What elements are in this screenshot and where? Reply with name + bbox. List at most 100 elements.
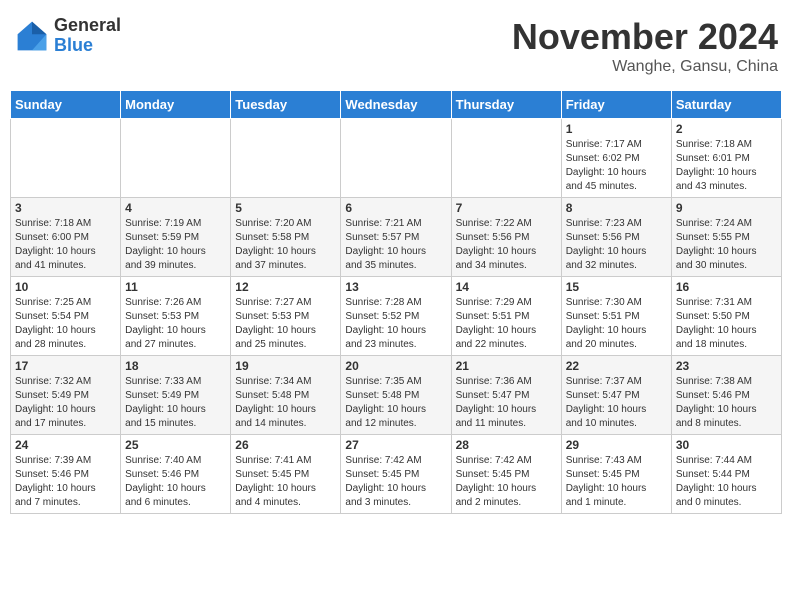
day-number: 26: [235, 438, 336, 452]
calendar-cell: 18Sunrise: 7:33 AM Sunset: 5:49 PM Dayli…: [121, 356, 231, 435]
logo-general-text: General: [54, 16, 121, 36]
day-info: Sunrise: 7:29 AM Sunset: 5:51 PM Dayligh…: [456, 296, 557, 352]
day-number: 22: [566, 359, 667, 373]
day-info: Sunrise: 7:35 AM Sunset: 5:48 PM Dayligh…: [345, 375, 446, 431]
calendar-cell: 30 Sunrise: 7:44 AM Sunset: 5:44 PM Dayli…: [671, 435, 781, 514]
day-info: Sunrise: 7:25 AM Sunset: 5:54 PM Dayligh…: [15, 296, 116, 352]
day-info: Sunrise: 7:22 AM Sunset: 5:56 PM Dayligh…: [456, 217, 557, 273]
day-number: 8: [566, 201, 667, 215]
day-number: 20: [345, 359, 446, 373]
calendar-cell: 13 Sunrise: 7:28 AM Sunset: 5:52 PM Dayli…: [341, 277, 451, 356]
calendar-header-monday: Monday: [121, 91, 231, 119]
calendar-cell: 1 Sunrise: 7:17 AM Sunset: 6:02 PM Daylig…: [561, 119, 671, 198]
day-info: Sunrise: 7:37 AM Sunset: 5:47 PM Dayligh…: [566, 375, 667, 431]
day-number: 14: [456, 280, 557, 294]
calendar-cell: [231, 119, 341, 198]
day-number: 12: [235, 280, 336, 294]
day-number: 23: [676, 359, 777, 373]
day-info: Sunrise: 7:20 AM Sunset: 5:58 PM Dayligh…: [235, 217, 336, 273]
calendar-cell: 7 Sunrise: 7:22 AM Sunset: 5:56 PM Daylig…: [451, 198, 561, 277]
calendar-cell: 23 Sunrise: 7:38 AM Sunset: 5:46 PM Dayli…: [671, 356, 781, 435]
calendar-header-sunday: Sunday: [11, 91, 121, 119]
logo-text: General Blue: [54, 16, 121, 56]
day-number: 1: [566, 122, 667, 136]
day-number: 2: [676, 122, 777, 136]
day-number: 7: [456, 201, 557, 215]
calendar-header-thursday: Thursday: [451, 91, 561, 119]
day-number: 10: [15, 280, 116, 294]
day-info: Sunrise: 7:24 AM Sunset: 5:55 PM Dayligh…: [676, 217, 777, 273]
day-info: Sunrise: 7:44 AM Sunset: 5:44 PM Dayligh…: [676, 454, 777, 510]
day-info: Sunrise: 7:18 AM Sunset: 6:01 PM Dayligh…: [676, 138, 777, 194]
day-info: Sunrise: 7:26 AM Sunset: 5:53 PM Dayligh…: [125, 296, 226, 352]
day-number: 13: [345, 280, 446, 294]
day-number: 16: [676, 280, 777, 294]
day-info: Sunrise: 7:31 AM Sunset: 5:50 PM Dayligh…: [676, 296, 777, 352]
calendar-cell: [121, 119, 231, 198]
day-number: 24: [15, 438, 116, 452]
day-info: Sunrise: 7:28 AM Sunset: 5:52 PM Dayligh…: [345, 296, 446, 352]
logo-icon: [14, 18, 50, 54]
day-info: Sunrise: 7:30 AM Sunset: 5:51 PM Dayligh…: [566, 296, 667, 352]
calendar-cell: 8 Sunrise: 7:23 AM Sunset: 5:56 PM Daylig…: [561, 198, 671, 277]
calendar-cell: 14 Sunrise: 7:29 AM Sunset: 5:51 PM Dayli…: [451, 277, 561, 356]
month-title: November 2024: [512, 16, 778, 58]
calendar-cell: 15 Sunrise: 7:30 AM Sunset: 5:51 PM Dayli…: [561, 277, 671, 356]
calendar-cell: [341, 119, 451, 198]
calendar-cell: 2 Sunrise: 7:18 AM Sunset: 6:01 PM Daylig…: [671, 119, 781, 198]
day-info: Sunrise: 7:17 AM Sunset: 6:02 PM Dayligh…: [566, 138, 667, 194]
calendar-cell: [11, 119, 121, 198]
calendar-cell: 25Sunrise: 7:40 AM Sunset: 5:46 PM Dayli…: [121, 435, 231, 514]
day-info: Sunrise: 7:41 AM Sunset: 5:45 PM Dayligh…: [235, 454, 336, 510]
calendar-header-saturday: Saturday: [671, 91, 781, 119]
day-info: Sunrise: 7:33 AM Sunset: 5:49 PM Dayligh…: [125, 375, 226, 431]
calendar-cell: 3Sunrise: 7:18 AM Sunset: 6:00 PM Daylig…: [11, 198, 121, 277]
day-number: 30: [676, 438, 777, 452]
calendar-cell: 26 Sunrise: 7:41 AM Sunset: 5:45 PM Dayli…: [231, 435, 341, 514]
logo-blue-text: Blue: [54, 36, 121, 56]
calendar-cell: 12Sunrise: 7:27 AM Sunset: 5:53 PM Dayli…: [231, 277, 341, 356]
day-number: 17: [15, 359, 116, 373]
calendar-cell: 19Sunrise: 7:34 AM Sunset: 5:48 PM Dayli…: [231, 356, 341, 435]
day-number: 25: [125, 438, 226, 452]
day-info: Sunrise: 7:36 AM Sunset: 5:47 PM Dayligh…: [456, 375, 557, 431]
calendar-cell: 17Sunrise: 7:32 AM Sunset: 5:49 PM Dayli…: [11, 356, 121, 435]
day-number: 28: [456, 438, 557, 452]
day-number: 21: [456, 359, 557, 373]
calendar-cell: [451, 119, 561, 198]
day-number: 9: [676, 201, 777, 215]
calendar-cell: 29 Sunrise: 7:43 AM Sunset: 5:45 PM Dayli…: [561, 435, 671, 514]
day-info: Sunrise: 7:39 AM Sunset: 5:46 PM Dayligh…: [15, 454, 116, 510]
day-info: Sunrise: 7:43 AM Sunset: 5:45 PM Dayligh…: [566, 454, 667, 510]
calendar-cell: 16 Sunrise: 7:31 AM Sunset: 5:50 PM Dayli…: [671, 277, 781, 356]
calendar-week-row: 10 Sunrise: 7:25 AM Sunset: 5:54 PM Dayli…: [11, 277, 782, 356]
day-info: Sunrise: 7:38 AM Sunset: 5:46 PM Dayligh…: [676, 375, 777, 431]
logo: General Blue: [14, 16, 121, 56]
day-info: Sunrise: 7:21 AM Sunset: 5:57 PM Dayligh…: [345, 217, 446, 273]
day-number: 5: [235, 201, 336, 215]
calendar-header-row: SundayMondayTuesdayWednesdayThursdayFrid…: [11, 91, 782, 119]
calendar-cell: 24 Sunrise: 7:39 AM Sunset: 5:46 PM Dayli…: [11, 435, 121, 514]
page-header: General Blue November 2024 Wanghe, Gansu…: [10, 10, 782, 82]
calendar-cell: 9 Sunrise: 7:24 AM Sunset: 5:55 PM Daylig…: [671, 198, 781, 277]
day-info: Sunrise: 7:42 AM Sunset: 5:45 PM Dayligh…: [456, 454, 557, 510]
title-block: November 2024 Wanghe, Gansu, China: [512, 16, 778, 76]
calendar-cell: 20 Sunrise: 7:35 AM Sunset: 5:48 PM Dayli…: [341, 356, 451, 435]
calendar-week-row: 24 Sunrise: 7:39 AM Sunset: 5:46 PM Dayli…: [11, 435, 782, 514]
calendar-header-tuesday: Tuesday: [231, 91, 341, 119]
day-info: Sunrise: 7:23 AM Sunset: 5:56 PM Dayligh…: [566, 217, 667, 273]
day-info: Sunrise: 7:34 AM Sunset: 5:48 PM Dayligh…: [235, 375, 336, 431]
day-number: 29: [566, 438, 667, 452]
calendar-header-wednesday: Wednesday: [341, 91, 451, 119]
calendar-cell: 4 Sunrise: 7:19 AM Sunset: 5:59 PM Daylig…: [121, 198, 231, 277]
calendar-cell: 6Sunrise: 7:21 AM Sunset: 5:57 PM Daylig…: [341, 198, 451, 277]
calendar-week-row: 17Sunrise: 7:32 AM Sunset: 5:49 PM Dayli…: [11, 356, 782, 435]
day-number: 11: [125, 280, 226, 294]
day-number: 4: [125, 201, 226, 215]
calendar-cell: 11 Sunrise: 7:26 AM Sunset: 5:53 PM Dayli…: [121, 277, 231, 356]
calendar-cell: 21 Sunrise: 7:36 AM Sunset: 5:47 PM Dayli…: [451, 356, 561, 435]
day-number: 15: [566, 280, 667, 294]
calendar-header-friday: Friday: [561, 91, 671, 119]
day-info: Sunrise: 7:19 AM Sunset: 5:59 PM Dayligh…: [125, 217, 226, 273]
day-info: Sunrise: 7:42 AM Sunset: 5:45 PM Dayligh…: [345, 454, 446, 510]
